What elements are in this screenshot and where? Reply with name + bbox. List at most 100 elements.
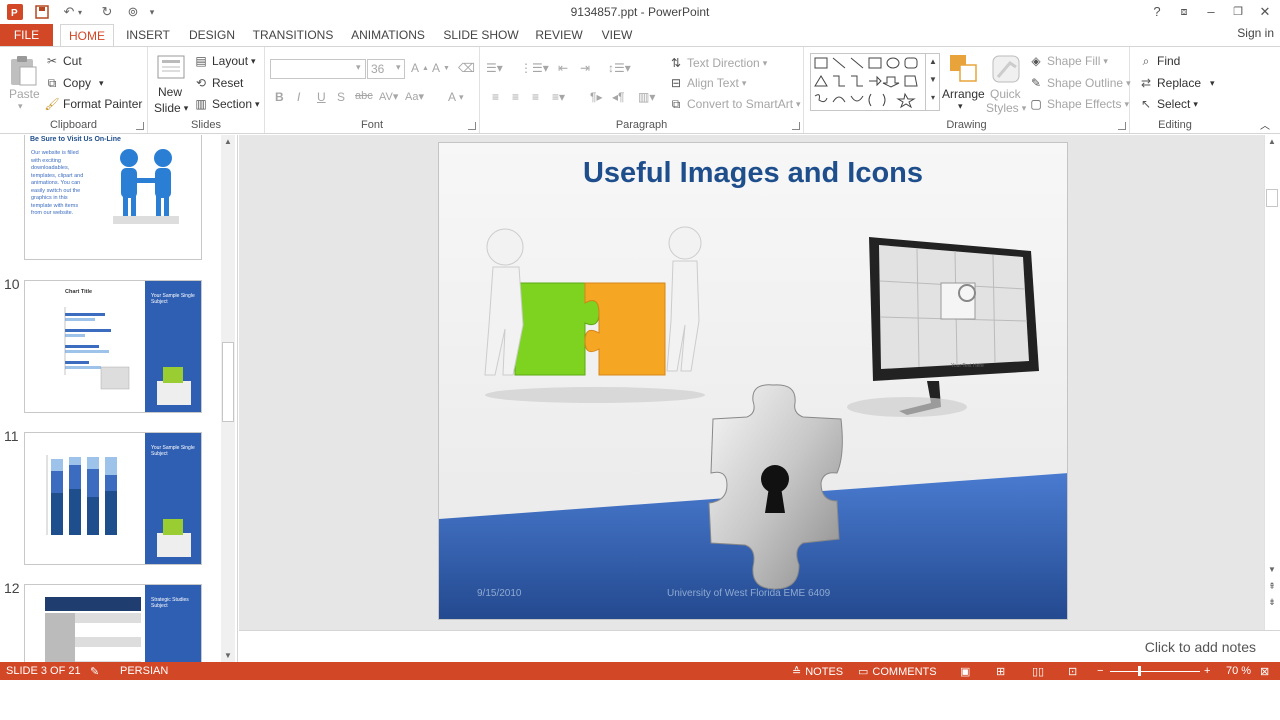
tab-file[interactable]: FILE [0,24,53,46]
quick-styles-button[interactable]: Quick [990,87,1021,101]
restore-button[interactable]: ❐ [1226,2,1250,22]
tab-review[interactable]: REVIEW [533,24,585,46]
clear-formatting-icon[interactable]: ⌫ [458,61,475,75]
new-slide-dropdown[interactable]: Slide ▾ [154,101,188,115]
tab-slide-show[interactable]: SLIDE SHOW [442,24,520,46]
increase-indent-icon[interactable]: ⇥ [580,61,590,75]
copy-button[interactable]: ⧉ Copy ▾ [44,75,104,91]
zoom-slider[interactable] [1110,671,1200,672]
new-slide-button[interactable]: New [158,85,182,99]
cut-button[interactable]: ✂ Cut [44,53,82,69]
text-direction-button[interactable]: ⇅ Text Direction ▾ [668,55,767,71]
shapes-scroll-icon[interactable]: ▲ ▼ ▾ [925,53,940,111]
tab-design[interactable]: DESIGN [186,24,238,46]
tab-insert[interactable]: INSERT [123,24,173,46]
normal-view-icon[interactable]: ▣ [960,665,970,678]
ribbon-display-options-button[interactable]: ⧈ [1172,2,1196,22]
shapes-gallery[interactable] [810,53,940,111]
notes-pane[interactable]: Click to add notes [239,630,1280,662]
reset-button[interactable]: ⟲ Reset [193,75,243,91]
scroll-down-icon[interactable]: ▼ [221,651,235,660]
strikethrough-icon[interactable]: abc [355,90,373,102]
current-slide[interactable]: Useful Images and Icons Your Text Here 9… [438,142,1068,620]
grow-font-icon[interactable]: A ▲ [411,61,429,75]
paste-button[interactable]: Paste [9,87,40,101]
bold-icon[interactable]: B [275,90,284,104]
tab-home[interactable]: HOME [60,24,114,47]
slide-thumbnail-9[interactable]: Be Sure to Visit Us On-Line Our website … [24,135,202,260]
help-button[interactable]: ? [1145,2,1169,22]
bullets-icon[interactable]: ☰▾ [486,61,503,75]
replace-button[interactable]: ⇄ Replace ▾ [1138,75,1215,91]
quick-styles-dropdown[interactable]: Styles ▾ [986,101,1026,115]
zoom-in-icon[interactable]: + [1204,665,1210,677]
align-left-icon[interactable]: ≡ [492,90,499,104]
decrease-indent-icon[interactable]: ⇤ [558,61,568,75]
numbering-icon[interactable]: ⋮☰▾ [520,61,549,75]
columns-icon[interactable]: ▥▾ [638,90,655,104]
drawing-dialog-launcher-icon[interactable] [1118,122,1126,130]
sign-in-link[interactable]: Sign in [1237,26,1274,40]
select-button[interactable]: ↖ Select ▾ [1138,96,1198,112]
slide-indicator[interactable]: SLIDE 3 OF 21 [6,665,81,677]
thumbnails-scrollbar[interactable]: ▲ ▼ [221,135,235,662]
character-spacing-icon[interactable]: AV▾ [379,90,398,103]
paste-dropdown-icon[interactable]: ▾ [18,101,23,112]
layout-button[interactable]: ▤ Layout ▾ [193,53,255,69]
slide-footer-text[interactable]: University of West Florida EME 6409 [667,588,830,599]
zoom-level[interactable]: 70 % [1226,665,1251,677]
center-icon[interactable]: ≡ [512,90,519,104]
clipboard-dialog-launcher-icon[interactable] [136,122,144,130]
tab-view[interactable]: VIEW [597,24,637,46]
font-name-dropdown-icon[interactable]: ▾ [356,62,361,73]
fit-slide-icon[interactable]: ⊠ [1260,665,1269,678]
slide-thumbnail-10[interactable]: Chart Title Your Sample Single Subject [24,280,202,413]
format-painter-button[interactable]: 🖌 Format Painter [44,96,142,112]
font-size-dropdown-icon[interactable]: ▾ [396,62,401,73]
zoom-out-icon[interactable]: − [1097,665,1103,677]
ltr-icon[interactable]: ¶▸ [590,90,602,104]
paragraph-dialog-launcher-icon[interactable] [792,122,800,130]
zoom-slider-thumb[interactable] [1138,666,1141,676]
arrange-button[interactable]: Arrange [942,87,985,101]
spell-check-icon[interactable]: ✎ [90,665,99,678]
convert-smartart-button[interactable]: ⧉ Convert to SmartArt ▾ [668,96,801,112]
tab-animations[interactable]: ANIMATIONS [346,24,430,46]
thumbnails-scroll-thumb[interactable] [222,342,234,422]
collapse-ribbon-icon[interactable]: ︿ [1260,117,1270,132]
text-shadow-icon[interactable]: S [337,90,345,104]
shape-outline-button[interactable]: ✎ Shape Outline ▾ [1028,75,1131,91]
comments-button[interactable]: ▭ COMMENTS [858,665,937,679]
notes-button[interactable]: ≙ NOTES [792,665,843,679]
shape-fill-button[interactable]: ◈ Shape Fill ▾ [1028,53,1108,69]
editor-scroll-down-icon[interactable]: ▼ [1265,565,1279,574]
font-name-input[interactable] [270,59,366,79]
arrange-dropdown-icon[interactable]: ▾ [958,101,963,112]
editor-scroll-up-icon[interactable]: ▲ [1265,137,1279,146]
underline-icon[interactable]: U [317,90,326,104]
next-slide-icon[interactable]: ⇟ [1265,597,1279,608]
notes-placeholder[interactable]: Click to add notes [1145,639,1256,655]
align-text-button[interactable]: ⊟ Align Text ▾ [668,75,746,91]
section-button[interactable]: ▥ Section ▾ [193,96,259,112]
tab-transitions[interactable]: TRANSITIONS [250,24,336,46]
line-spacing-icon[interactable]: ↕☰▾ [608,61,631,75]
font-dialog-launcher-icon[interactable] [468,122,476,130]
scroll-up-icon[interactable]: ▲ [221,137,235,146]
find-button[interactable]: ⌕ Find [1138,53,1181,69]
close-button[interactable]: ✕ [1253,2,1277,22]
shrink-font-icon[interactable]: A ▼ [432,61,450,75]
slide-show-view-icon[interactable]: ⊡ [1068,665,1077,678]
slide-thumbnail-11[interactable]: Your Sample Single Subject [24,432,202,565]
language-indicator[interactable]: PERSIAN [120,665,168,677]
change-case-icon[interactable]: Aa▾ [405,90,424,103]
justify-icon[interactable]: ≡▾ [552,90,565,104]
font-color-icon[interactable]: A ▾ [448,90,464,104]
reading-view-icon[interactable]: ▯▯ [1032,665,1044,678]
italic-icon[interactable]: I [297,90,300,104]
slide-thumbnail-12[interactable]: Strategic Studies Subject [24,584,202,662]
editor-scrollbar[interactable]: ▲ ▼ ⇞ ⇟ [1264,135,1278,630]
minimize-button[interactable]: – [1199,2,1223,22]
slide-sorter-view-icon[interactable]: ⊞ [996,665,1005,678]
slide-date[interactable]: 9/15/2010 [477,588,522,599]
